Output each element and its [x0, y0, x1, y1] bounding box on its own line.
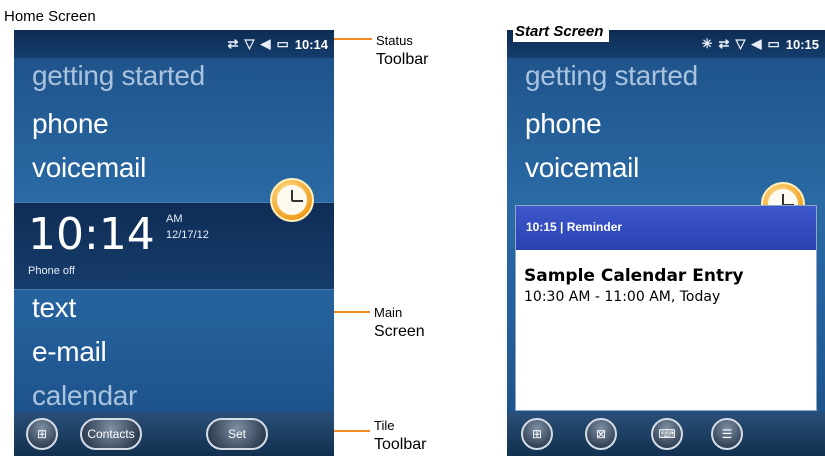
battery-icon: ▭	[767, 36, 780, 51]
clock-ampm: AM	[166, 213, 183, 225]
tile-voicemail[interactable]: voicemail	[525, 152, 639, 184]
menu-list-icon: ☰	[721, 427, 733, 441]
keyboard-icon: ⌨	[658, 427, 676, 441]
tile-callout-line	[334, 430, 370, 432]
dismiss-icon: ⊠	[595, 427, 607, 441]
status-toolbar[interactable]: ⇄ ▽ ◀ ▭ 10:14	[14, 30, 334, 58]
tile-calendar[interactable]: calendar	[32, 380, 137, 412]
tile-toolbar: ⊞ ⊠ ⌨ ☰	[507, 412, 825, 456]
reminder-time: 10:30 AM - 11:00 AM, Today	[524, 289, 721, 305]
status-time: 10:14	[294, 36, 328, 52]
phone-status: Phone off	[28, 265, 75, 277]
keyboard-button[interactable]: ⌨	[651, 418, 683, 450]
windows-logo-icon: ⊞	[36, 427, 48, 441]
home-screen: ⇄ ▽ ◀ ▭ 10:14 getting started phone voic…	[14, 30, 334, 456]
windows-logo-icon: ⊞	[531, 427, 543, 441]
volume-icon: ◀	[751, 36, 762, 51]
tile-callout: Tile Toolbar	[374, 416, 426, 454]
volume-icon: ◀	[260, 36, 271, 51]
tile-getting-started[interactable]: getting started	[525, 60, 698, 92]
menu-button[interactable]: ☰	[711, 418, 743, 450]
clock-time: 10:14	[28, 209, 155, 260]
status-callout: Status Toolbar	[376, 31, 428, 69]
tile-phone[interactable]: phone	[525, 108, 602, 140]
reminder-title: Sample Calendar Entry	[524, 266, 744, 286]
data-transfer-icon: ⇄	[718, 36, 730, 51]
main-callout-sub: Screen	[374, 323, 425, 340]
data-transfer-icon: ⇄	[227, 36, 239, 51]
tile-callout-sub: Toolbar	[374, 436, 427, 453]
clock-date: 12/17/12	[166, 229, 209, 241]
contacts-button[interactable]: Contacts	[80, 418, 142, 450]
home-screen-caption: Home Screen	[4, 8, 96, 25]
status-callout-sub: Toolbar	[376, 51, 429, 68]
status-callout-line	[334, 38, 372, 40]
windows-start-button[interactable]: ⊞	[26, 418, 58, 450]
windows-start-button[interactable]: ⊞	[521, 418, 553, 450]
main-callout-label: Main	[374, 305, 403, 320]
reminder-popup[interactable]: 10:15 | Reminder Sample Calendar Entry 1…	[515, 205, 817, 411]
start-screen: ✳ ⇄ ▽ ◀ ▭ 10:15 getting started phone vo…	[507, 30, 825, 456]
status-callout-label: Status	[376, 33, 413, 48]
no-signal-icon: ▽	[244, 36, 255, 51]
battery-icon: ▭	[276, 36, 289, 51]
main-callout-line	[334, 311, 370, 313]
reminder-header: 10:15 | Reminder	[516, 206, 816, 250]
tile-voicemail[interactable]: voicemail	[32, 152, 146, 184]
tile-email[interactable]: e-mail	[32, 336, 107, 368]
tile-getting-started[interactable]: getting started	[32, 60, 205, 92]
set-button[interactable]: Set	[206, 418, 268, 450]
tile-phone[interactable]: phone	[32, 108, 109, 140]
clock-icon	[270, 178, 314, 222]
main-callout: Main Screen	[374, 303, 425, 341]
start-screen-caption: Start Screen	[513, 23, 610, 42]
dismiss-button[interactable]: ⊠	[585, 418, 617, 450]
alarm-icon: ✳	[701, 36, 713, 51]
tile-text[interactable]: text	[32, 292, 76, 324]
tile-toolbar: ⊞ Contacts Set	[14, 412, 334, 456]
status-time: 10:15	[785, 36, 819, 52]
no-signal-icon: ▽	[735, 36, 746, 51]
tile-callout-label: Tile	[374, 418, 395, 433]
